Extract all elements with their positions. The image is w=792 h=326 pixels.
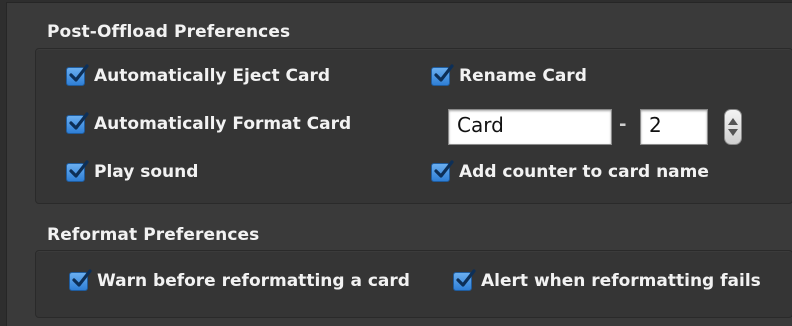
checkmark-icon [434, 159, 454, 178]
rename-card-checkbox[interactable] [431, 63, 454, 86]
name-counter-separator: - [619, 114, 627, 135]
alert-reformat-label: Alert when reformatting fails [481, 271, 761, 291]
eject-card-checkbox[interactable] [66, 63, 89, 86]
rename-card-label: Rename Card [459, 66, 587, 86]
counter-field[interactable]: 2 [640, 109, 708, 145]
add-counter-checkbox[interactable] [431, 159, 454, 182]
warn-reformat-checkbox[interactable] [69, 268, 92, 291]
alert-reformat-checkbox[interactable] [453, 268, 476, 291]
stepper-up-icon[interactable] [728, 118, 738, 125]
eject-card-label: Automatically Eject Card [94, 66, 330, 86]
format-card-checkbox[interactable] [66, 111, 89, 134]
warn-reformat-label: Warn before reformatting a card [97, 271, 410, 291]
reformat-title: Reformat Preferences [47, 225, 260, 245]
checkmark-icon [69, 111, 89, 130]
play-sound-checkbox[interactable] [66, 159, 89, 182]
stepper-down-icon[interactable] [728, 129, 738, 136]
play-sound-label: Play sound [94, 162, 199, 182]
checkmark-icon [69, 63, 89, 82]
format-card-label: Automatically Format Card [94, 114, 352, 134]
play-sound-checkbox-row[interactable]: Play sound [66, 158, 198, 186]
add-counter-checkbox-row[interactable]: Add counter to card name [431, 158, 709, 186]
preferences-panel: Post-Offload Preferences Automatically E… [6, 2, 792, 326]
alert-reformat-checkbox-row[interactable]: Alert when reformatting fails [453, 267, 761, 295]
format-card-checkbox-row[interactable]: Automatically Format Card [66, 110, 351, 138]
counter-stepper[interactable] [724, 109, 742, 145]
card-name-field[interactable]: Card [448, 109, 612, 145]
checkmark-icon [72, 268, 92, 287]
add-counter-label: Add counter to card name [459, 162, 709, 182]
rename-card-checkbox-row[interactable]: Rename Card [431, 62, 587, 90]
checkmark-icon [456, 268, 476, 287]
warn-reformat-checkbox-row[interactable]: Warn before reformatting a card [69, 267, 410, 295]
post-offload-title: Post-Offload Preferences [47, 22, 291, 42]
checkmark-icon [69, 159, 89, 178]
checkmark-icon [434, 63, 454, 82]
eject-card-checkbox-row[interactable]: Automatically Eject Card [66, 62, 330, 90]
